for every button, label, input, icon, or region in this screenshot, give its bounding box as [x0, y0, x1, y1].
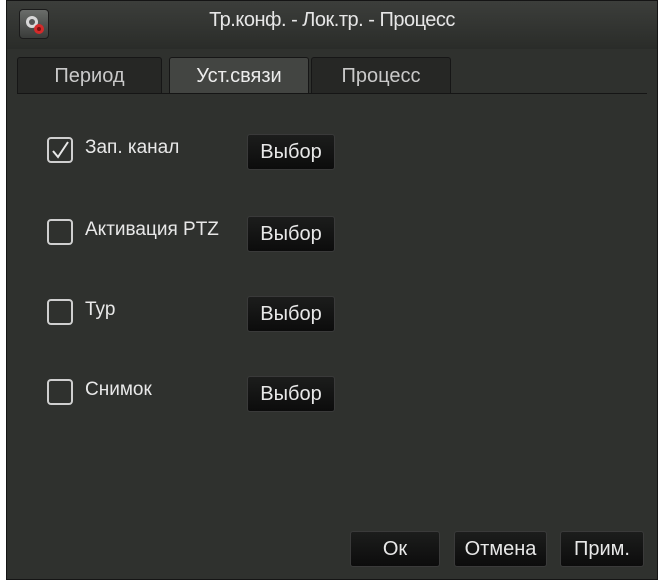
ok-button[interactable]: Ок: [350, 531, 440, 567]
apply-button[interactable]: Прим.: [560, 531, 644, 567]
record-channel-select-button[interactable]: Выбор: [247, 134, 335, 170]
ptz-activation-label: Активация PTZ: [85, 219, 219, 240]
checkmark-icon: [52, 141, 69, 159]
snapshot-select-button[interactable]: Выбор: [247, 376, 335, 412]
tour-checkbox[interactable]: [47, 299, 73, 325]
record-channel-checkbox[interactable]: [47, 137, 73, 163]
window-title: Тр.конф. - Лок.тр. - Процесс: [209, 9, 455, 31]
tab-linkage[interactable]: Уст.связи: [169, 57, 309, 93]
title-bar: Тр.конф. - Лок.тр. - Процесс: [7, 1, 657, 49]
cancel-button[interactable]: Отмена: [454, 531, 547, 567]
tab-process[interactable]: Процесс: [311, 57, 451, 93]
ptz-activation-checkbox[interactable]: [47, 219, 73, 245]
tab-bar: Период Уст.связи Процесс: [17, 57, 647, 94]
tour-label: Тур: [85, 299, 116, 320]
tour-select-button[interactable]: Выбор: [247, 296, 335, 332]
tab-period[interactable]: Период: [17, 57, 162, 93]
snapshot-checkbox[interactable]: [47, 379, 73, 405]
snapshot-label: Снимок: [85, 379, 152, 400]
ptz-activation-select-button[interactable]: Выбор: [247, 216, 335, 252]
dialog-window: Тр.конф. - Лок.тр. - Процесс Период Уст.…: [6, 0, 658, 580]
record-channel-label: Зап. канал: [85, 137, 180, 158]
